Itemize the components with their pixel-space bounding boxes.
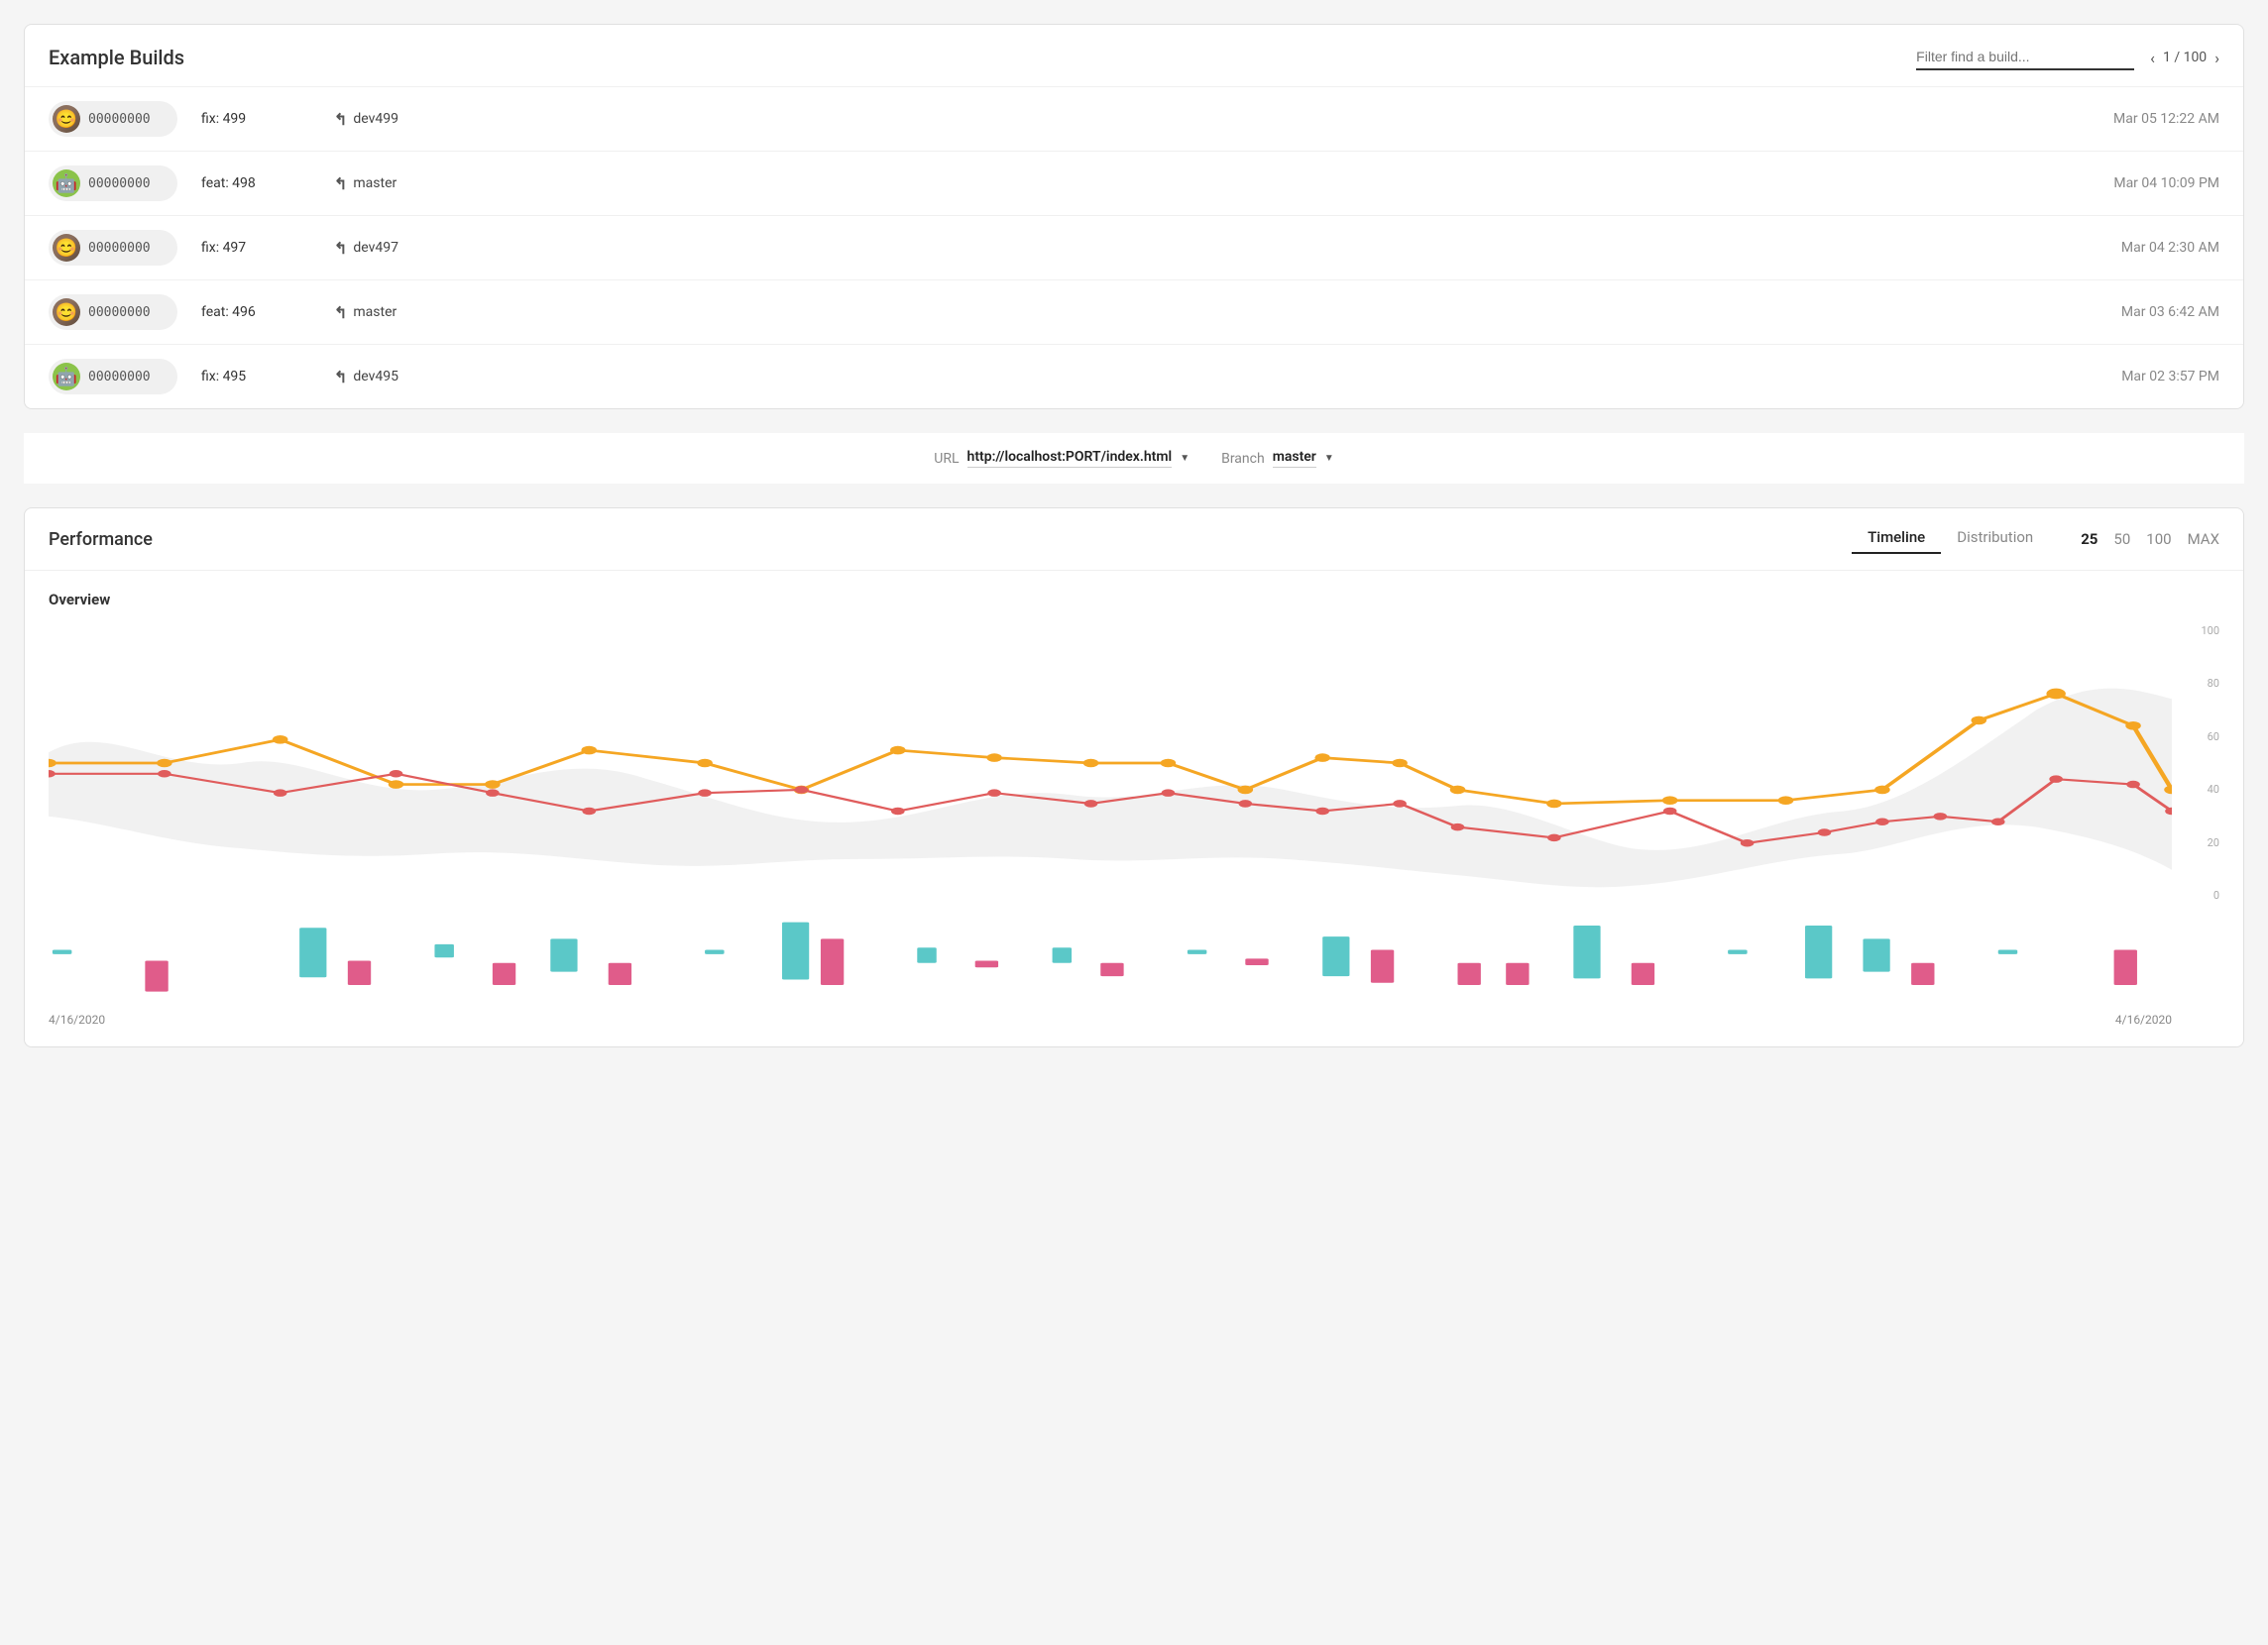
- y-label-40: 40: [2180, 783, 2219, 796]
- build-row[interactable]: 🤖 00000000 feat: 498 ↱ master Mar 04 10:…: [25, 151, 2243, 215]
- branch-dropdown-arrow[interactable]: ▼: [1324, 453, 1334, 464]
- branch-name: master: [353, 304, 397, 320]
- avatar: 😊: [53, 234, 80, 262]
- branch-icon: ↱: [334, 110, 347, 129]
- branch-icon: ↱: [334, 303, 347, 322]
- prev-page-button[interactable]: ‹: [2150, 49, 2155, 67]
- tab-timeline[interactable]: Timeline: [1852, 524, 1941, 554]
- builds-filter-area: ‹ 1 / 100 ›: [1916, 45, 2219, 70]
- performance-card: Performance Timeline Distribution 25 50 …: [24, 507, 2244, 1047]
- y-label-80: 80: [2180, 677, 2219, 690]
- build-id: 00000000: [88, 176, 151, 191]
- branch-name: dev497: [353, 240, 398, 256]
- y-label-0: 0: [2180, 889, 2219, 902]
- build-label: fix: 497: [201, 240, 310, 256]
- y-label-100: 100: [2180, 624, 2219, 637]
- next-page-button[interactable]: ›: [2214, 49, 2219, 67]
- y-axis-labels: 100 80 60 40 20 0: [2180, 624, 2219, 902]
- build-id: 00000000: [88, 370, 151, 384]
- count-max[interactable]: MAX: [2188, 530, 2219, 548]
- build-id: 00000000: [88, 241, 151, 256]
- build-date: Mar 04 2:30 AM: [2121, 240, 2219, 256]
- line-chart-svg: [49, 624, 2172, 902]
- builds-header: Example Builds ‹ 1 / 100 ›: [25, 25, 2243, 86]
- y-label-20: 20: [2180, 836, 2219, 849]
- count-50[interactable]: 50: [2113, 530, 2130, 548]
- branch-selector-group: Branch master ▼: [1221, 449, 1334, 468]
- url-label: URL: [934, 451, 959, 467]
- date-labels: 4/16/2020 4/16/2020: [49, 1005, 2219, 1027]
- build-row[interactable]: 😊 00000000 fix: 499 ↱ dev499 Mar 05 12:2…: [25, 86, 2243, 151]
- overview-title: Overview: [49, 591, 2219, 608]
- performance-title: Performance: [49, 529, 153, 550]
- avatar-badge: 🤖 00000000: [49, 359, 177, 394]
- build-date: Mar 02 3:57 PM: [2121, 369, 2219, 384]
- bar-chart-wrapper: [49, 906, 2219, 1005]
- branch-name: dev495: [353, 369, 398, 384]
- build-label: feat: 498: [201, 175, 310, 191]
- y-label-60: 60: [2180, 730, 2219, 743]
- pagination-label: 1 / 100: [2163, 50, 2207, 65]
- avatar-badge: 😊 00000000: [49, 294, 177, 330]
- build-branch: ↱ dev499: [334, 110, 453, 129]
- build-row[interactable]: 😊 00000000 fix: 497 ↱ dev497 Mar 04 2:30…: [25, 215, 2243, 279]
- branch-name: dev499: [353, 111, 398, 127]
- branch-label: Branch: [1221, 451, 1265, 467]
- url-dropdown-arrow[interactable]: ▼: [1180, 453, 1190, 464]
- builds-title: Example Builds: [49, 46, 184, 69]
- performance-header: Performance Timeline Distribution 25 50 …: [25, 508, 2243, 571]
- build-row[interactable]: 😊 00000000 feat: 496 ↱ master Mar 03 6:4…: [25, 279, 2243, 344]
- build-id: 00000000: [88, 112, 151, 127]
- build-id: 00000000: [88, 305, 151, 320]
- performance-counts: 25 50 100 MAX: [2081, 530, 2219, 548]
- filter-input[interactable]: [1916, 45, 2134, 70]
- avatar-badge: 🤖 00000000: [49, 165, 177, 201]
- builds-card: Example Builds ‹ 1 / 100 › 😊 00000000 fi…: [24, 24, 2244, 409]
- builds-list: 😊 00000000 fix: 499 ↱ dev499 Mar 05 12:2…: [25, 86, 2243, 408]
- avatar-badge: 😊 00000000: [49, 230, 177, 266]
- count-25[interactable]: 25: [2081, 530, 2098, 548]
- build-branch: ↱ master: [334, 303, 453, 322]
- build-label: feat: 496: [201, 304, 310, 320]
- pagination: ‹ 1 / 100 ›: [2150, 49, 2219, 67]
- branch-icon: ↱: [334, 174, 347, 193]
- date-end: 4/16/2020: [2115, 1013, 2172, 1027]
- count-100[interactable]: 100: [2146, 530, 2171, 548]
- branch-value[interactable]: master: [1273, 449, 1316, 468]
- tab-distribution[interactable]: Distribution: [1941, 524, 2049, 554]
- performance-body: Overview: [25, 571, 2243, 1046]
- build-branch: ↱ dev495: [334, 368, 453, 386]
- avatar: 😊: [53, 298, 80, 326]
- branch-name: master: [353, 175, 397, 191]
- avatar: 😊: [53, 105, 80, 133]
- avatar: 🤖: [53, 169, 80, 197]
- branch-icon: ↱: [334, 368, 347, 386]
- bar-chart: [49, 906, 2172, 1005]
- build-branch: ↱ master: [334, 174, 453, 193]
- url-value[interactable]: http://localhost:PORT/index.html: [967, 449, 1173, 468]
- avatar-badge: 😊 00000000: [49, 101, 177, 137]
- performance-tabs: Timeline Distribution: [1852, 524, 2049, 554]
- bar-chart-svg: [49, 906, 2172, 1005]
- build-label: fix: 495: [201, 369, 310, 384]
- build-date: Mar 05 12:22 AM: [2113, 111, 2219, 127]
- build-row[interactable]: 🤖 00000000 fix: 495 ↱ dev495 Mar 02 3:57…: [25, 344, 2243, 408]
- build-date: Mar 04 10:09 PM: [2113, 175, 2219, 191]
- url-selector-group: URL http://localhost:PORT/index.html ▼: [934, 449, 1190, 468]
- build-label: fix: 499: [201, 111, 310, 127]
- build-branch: ↱ dev497: [334, 239, 453, 258]
- build-date: Mar 03 6:42 AM: [2121, 304, 2219, 320]
- selector-bar: URL http://localhost:PORT/index.html ▼ B…: [24, 433, 2244, 484]
- date-start: 4/16/2020: [49, 1013, 105, 1027]
- chart-wrapper: 100 80 60 40 20 0: [49, 624, 2219, 902]
- avatar: 🤖: [53, 363, 80, 390]
- line-chart: [49, 624, 2172, 902]
- branch-icon: ↱: [334, 239, 347, 258]
